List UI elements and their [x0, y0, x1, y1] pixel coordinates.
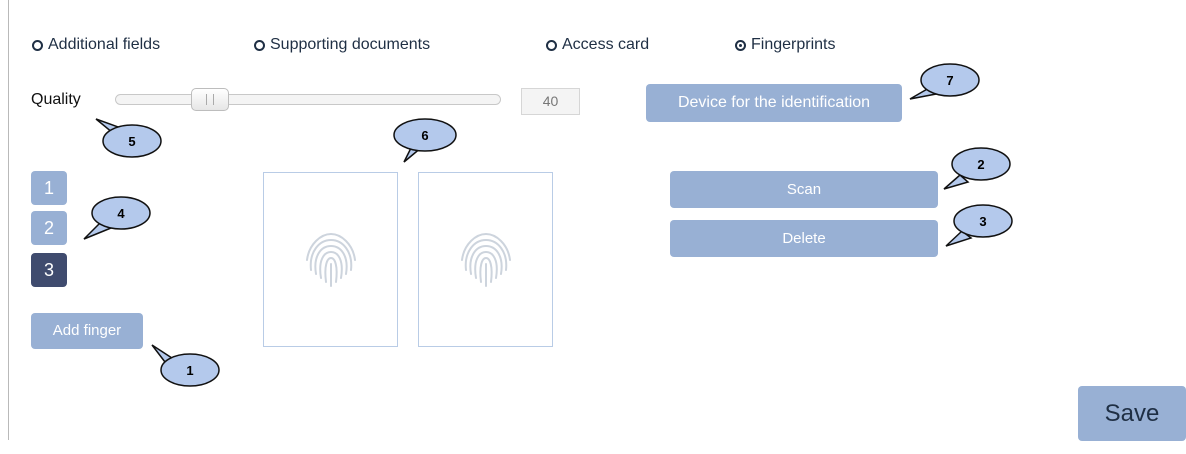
callout-number: 6	[421, 128, 428, 143]
callout-3: 3	[945, 204, 1013, 247]
callout-4: 4	[83, 196, 151, 240]
callout-overlay: 1 2 3 4 5 6 7	[83, 63, 1013, 387]
callout-7: 7	[909, 63, 980, 100]
callout-number: 3	[979, 214, 986, 229]
callout-5: 5	[95, 118, 162, 158]
callout-number: 5	[128, 134, 135, 149]
callout-number: 2	[977, 157, 984, 172]
callout-number: 7	[946, 73, 953, 88]
callout-number: 1	[186, 363, 193, 378]
callout-2: 2	[943, 147, 1011, 190]
callout-number: 4	[117, 206, 125, 221]
callout-1: 1	[151, 344, 220, 387]
callout-6: 6	[393, 118, 457, 163]
